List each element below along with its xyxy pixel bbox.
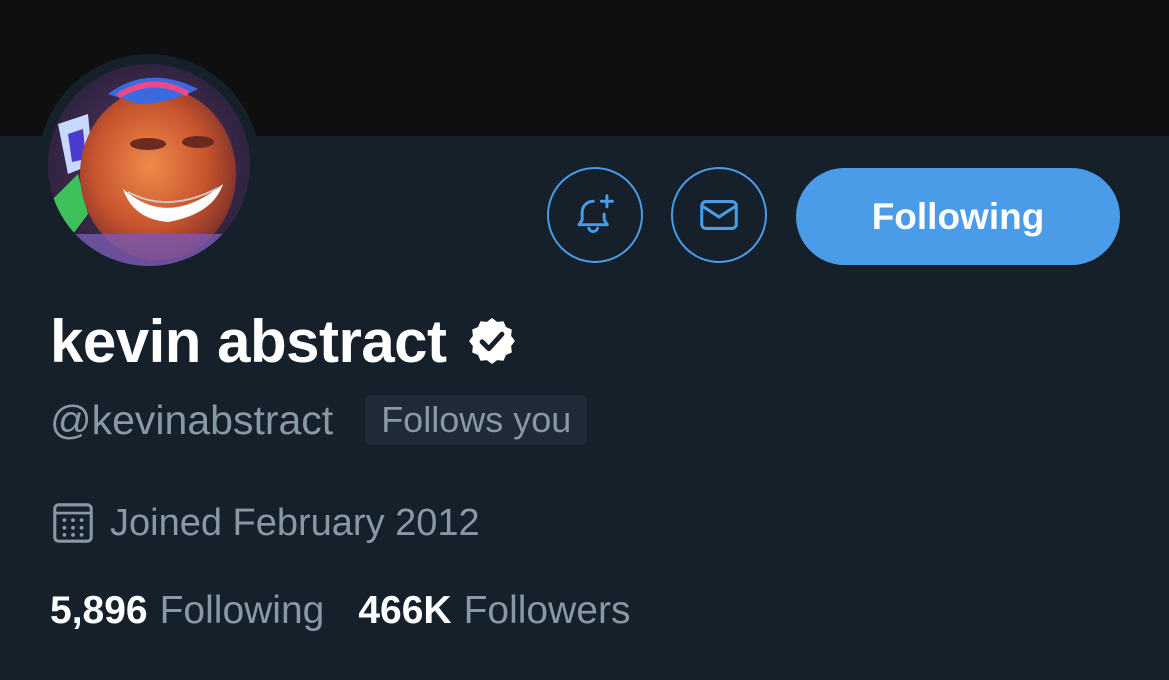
joined-row: Joined February 2012 [50,498,480,548]
follows-you-badge: Follows you [365,395,588,445]
following-count: 5,896 [50,589,148,632]
followers-count: 466K [358,589,452,632]
calendar-icon [53,503,93,543]
avatar-ring [38,54,260,276]
name-row: kevin abstract [50,306,519,376]
avatar-image [48,64,250,266]
verified-badge-icon [468,318,515,364]
joined-date: Joined February 2012 [110,501,480,544]
avatar[interactable] [48,64,250,266]
handle-row: @kevinabstract Follows you [50,392,588,448]
bell-plus-icon [577,194,614,233]
followers-label: Followers [463,589,631,632]
envelope-icon [700,200,738,230]
display-name: kevin abstract [50,307,447,375]
message-button[interactable] [671,167,767,263]
profile-page: Following kevin abstract @kevinabstract … [0,0,1169,680]
following-button[interactable]: Following [796,168,1120,265]
followers-stat[interactable]: 466K Followers [358,589,630,633]
following-stat[interactable]: 5,896 Following [50,589,324,633]
handle: @kevinabstract [50,396,334,443]
notify-button[interactable] [547,167,643,263]
following-label: Following [159,589,325,632]
stats-row: 5,896 Following 466K Followers [50,584,630,638]
